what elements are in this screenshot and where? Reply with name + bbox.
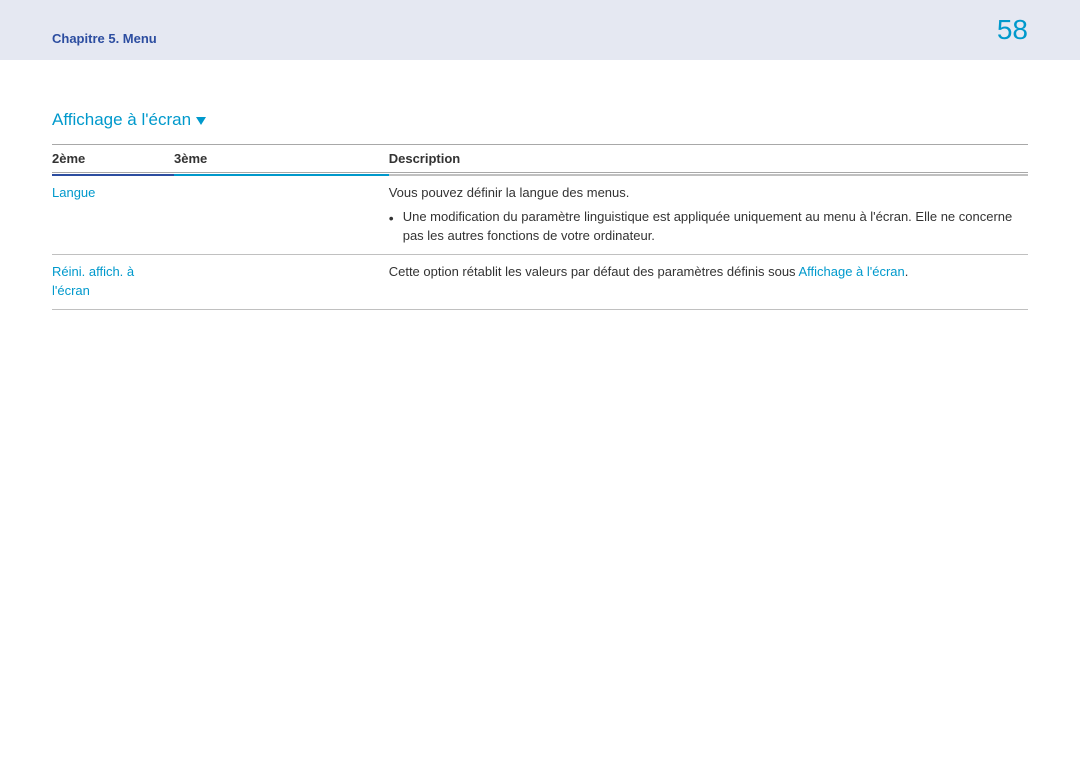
table-cell-desc: Vous pouvez définir la langue des menus.… [389, 175, 1028, 255]
table-cell-col2 [174, 255, 389, 310]
table-row: Réini. affich. à l'écran Cette option ré… [52, 255, 1028, 310]
table-header-col2: 3ème [174, 145, 389, 173]
desc-suffix: . [905, 264, 909, 279]
table-cell-col2 [174, 175, 389, 255]
desc-main: Vous pouvez définir la langue des menus. [389, 185, 630, 200]
main-content: Affichage à l'écran 2ème 3ème Descriptio… [0, 60, 1080, 310]
section-title: Affichage à l'écran [52, 110, 206, 130]
triangle-down-icon [196, 110, 206, 130]
table-header-col1: 2ème [52, 145, 174, 173]
table-cell-col1: Langue [52, 175, 174, 255]
table-header-col3: Description [389, 145, 1028, 173]
page-number: 58 [997, 16, 1028, 52]
header-bar: Chapitre 5. Menu 58 [0, 0, 1080, 60]
table-cell-col1: Réini. affich. à l'écran [52, 255, 174, 310]
desc-link[interactable]: Affichage à l'écran [798, 264, 904, 279]
section-title-text: Affichage à l'écran [52, 110, 191, 130]
menu-table: 2ème 3ème Description Langue Vous pouvez… [52, 144, 1028, 310]
table-header-row: 2ème 3ème Description [52, 145, 1028, 173]
desc-prefix: Cette option rétablit les valeurs par dé… [389, 264, 799, 279]
table-row: Langue Vous pouvez définir la langue des… [52, 175, 1028, 255]
chapter-label: Chapitre 5. Menu [52, 31, 157, 52]
table-cell-desc: Cette option rétablit les valeurs par dé… [389, 255, 1028, 310]
desc-bullet: Une modification du paramètre linguistiq… [389, 208, 1024, 246]
